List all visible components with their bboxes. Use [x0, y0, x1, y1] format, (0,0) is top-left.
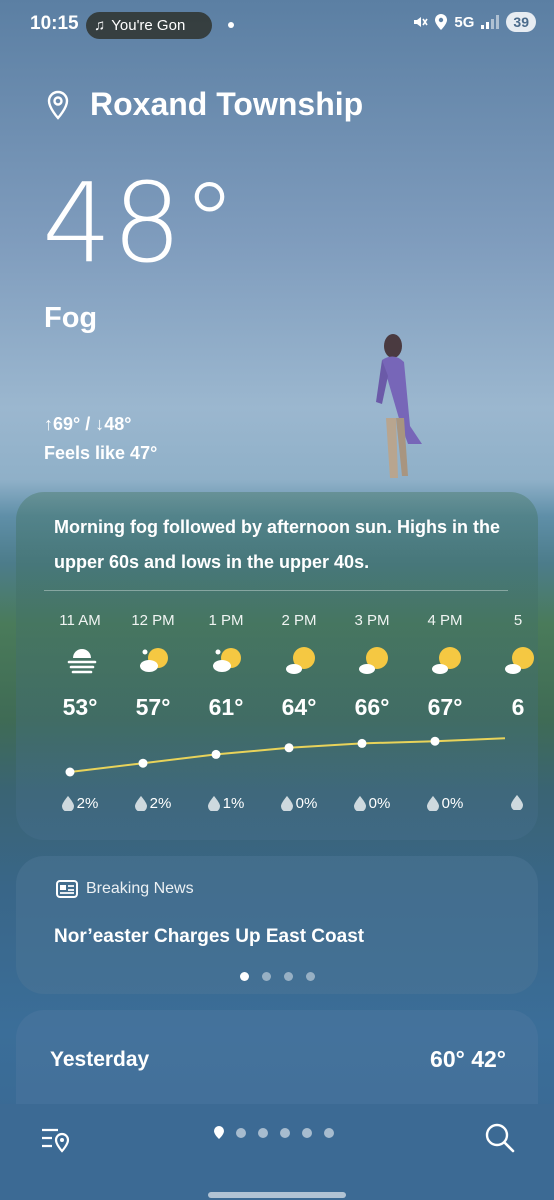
hour-temp: 66° — [354, 694, 390, 720]
hour-column: 4 PM 67° 0% — [408, 612, 482, 832]
raindrop-icon — [280, 796, 293, 811]
hour-precip: 0% — [335, 795, 409, 812]
location-page-dot[interactable] — [324, 1127, 334, 1138]
precip-value: 0% — [441, 795, 464, 812]
news-page-dot[interactable] — [240, 972, 249, 981]
news-title[interactable]: Nor’easter Charges Up East Coast — [54, 926, 364, 948]
location-name: Roxand Township — [90, 86, 364, 122]
hour-temp: 67° — [427, 694, 463, 720]
hour-precip: 2% — [43, 795, 117, 812]
hour-label: 1 PM — [208, 612, 244, 629]
raindrop-icon — [353, 796, 366, 811]
media-text: You're Gon — [111, 17, 186, 34]
location-pager[interactable] — [214, 1126, 334, 1139]
bottom-bar — [0, 1104, 554, 1200]
hour-column: 12 PM 57° 2% — [116, 612, 190, 832]
news-card[interactable]: Breaking News Nor’easter Charges Up East… — [16, 856, 538, 994]
mostly-sunny-icon — [505, 647, 534, 674]
hour-label: 4 PM — [427, 612, 463, 629]
network-label: 5G — [454, 13, 475, 31]
forecast-summary: Morning fog followed by afternoon sun. H… — [54, 517, 500, 572]
precip-value: 0% — [368, 795, 391, 812]
status-icons: 5G 39 — [412, 12, 536, 32]
newspaper-icon — [56, 880, 78, 898]
mostly-sunny-icon — [432, 647, 461, 674]
locations-list-icon[interactable] — [40, 1122, 74, 1156]
hour-label: 11 AM — [59, 612, 101, 629]
news-header: Breaking News — [56, 880, 194, 898]
forecast-card[interactable]: Morning fog followed by afternoon sun. H… — [16, 492, 538, 840]
yesterday-label: Yesterday — [50, 1048, 150, 1071]
hour-precip — [481, 795, 538, 810]
hourly-forecast[interactable]: 11 AM 53° 2% 12 PM 57° 2% 1 PM 61° 1% 2 PM 64° 0% 3 … — [16, 612, 538, 832]
hour-label: 12 PM — [131, 612, 175, 629]
hour-precip: 0% — [262, 795, 336, 812]
mute-icon — [414, 17, 429, 27]
current-temperature: 48° — [42, 159, 237, 287]
raindrop-icon — [134, 796, 147, 811]
hour-temp: 61° — [208, 694, 244, 720]
hour-precip: 1% — [189, 795, 263, 812]
partly-sunny-icon — [140, 648, 168, 672]
hour-label: 3 PM — [354, 612, 390, 629]
mostly-sunny-icon — [286, 647, 315, 674]
hour-column: 1 PM 61° 1% — [189, 612, 263, 832]
raindrop-icon — [510, 795, 523, 810]
raindrop-icon — [426, 796, 439, 811]
news-pager[interactable] — [240, 972, 315, 981]
mostly-sunny-icon — [359, 647, 388, 674]
hour-temp: 53° — [62, 694, 98, 720]
raindrop-icon — [61, 796, 74, 811]
status-time: 10:15 — [30, 13, 79, 34]
news-page-dot[interactable] — [262, 972, 271, 981]
map-pin-icon — [47, 90, 69, 120]
location-page-dot[interactable] — [302, 1127, 312, 1138]
media-pill[interactable]: ♫ You're Gon — [86, 12, 212, 39]
yesterday-card[interactable]: Yesterday 60° 42° — [16, 1010, 538, 1110]
location-icon — [435, 14, 448, 30]
news-page-dot[interactable] — [306, 972, 315, 981]
hour-label: 2 PM — [281, 612, 317, 629]
hour-column: 56 — [481, 612, 538, 832]
hour-precip: 0% — [408, 795, 482, 812]
location-page-dot[interactable] — [258, 1127, 268, 1138]
news-header-label: Breaking News — [86, 880, 194, 897]
hour-temp: 64° — [281, 694, 317, 720]
hour-precip: 2% — [116, 795, 190, 812]
yesterday-temps: 60° 42° — [430, 1046, 506, 1072]
hour-column: 3 PM 66° 0% — [335, 612, 409, 832]
precip-value: 1% — [222, 795, 245, 812]
music-note-icon: ♫ — [94, 17, 106, 34]
status-bar: 10:15 ♫ You're Gon 5G 39 — [0, 0, 554, 52]
notification-dot-icon — [228, 22, 234, 28]
current-location-dot-icon[interactable] — [214, 1126, 224, 1139]
precip-value: 2% — [76, 795, 99, 812]
raindrop-icon — [207, 796, 220, 811]
person-illustration — [376, 334, 422, 478]
feels-like: Feels like 47° — [44, 443, 158, 463]
divider — [44, 590, 508, 591]
fog-icon — [67, 649, 97, 674]
news-page-dot[interactable] — [284, 972, 293, 981]
hour-column: 11 AM 53° 2% — [43, 612, 117, 832]
hour-temp: 6 — [511, 694, 525, 720]
hour-column: 2 PM 64° 0% — [262, 612, 336, 832]
gesture-bar — [208, 1192, 346, 1198]
high-low: ↑69° / ↓48° — [44, 414, 132, 434]
location-page-dot[interactable] — [236, 1127, 246, 1138]
battery-badge: 39 — [506, 12, 536, 32]
current-condition: Fog — [44, 302, 98, 334]
location-page-dot[interactable] — [280, 1127, 290, 1138]
precip-value: 2% — [149, 795, 172, 812]
partly-sunny-icon — [213, 648, 241, 672]
search-icon[interactable] — [484, 1122, 516, 1154]
signal-icon — [481, 15, 500, 29]
location-header[interactable]: Roxand Township — [46, 86, 363, 123]
precip-value: 0% — [295, 795, 318, 812]
hour-label: 5 — [513, 612, 523, 629]
hour-temp: 57° — [135, 694, 171, 720]
